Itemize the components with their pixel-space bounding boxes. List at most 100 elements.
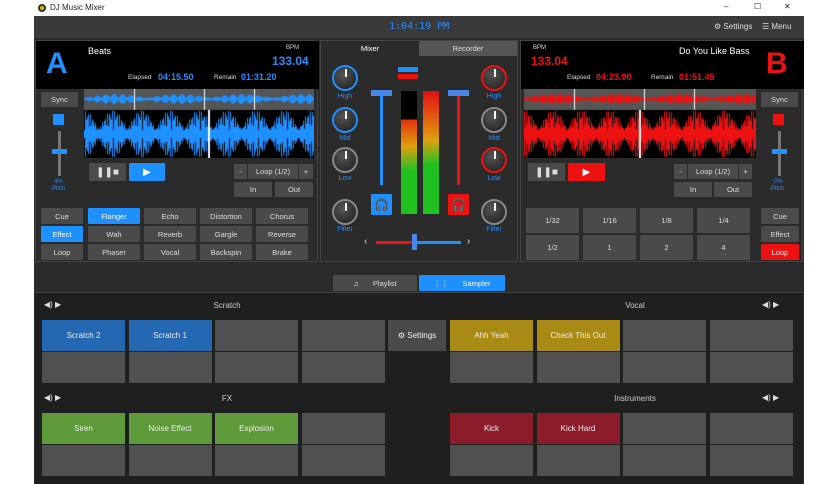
sampler-pad[interactable]	[450, 352, 533, 383]
sampler-pad[interactable]	[215, 320, 298, 351]
volume-fader-b[interactable]	[448, 90, 469, 185]
sampler-pad[interactable]	[623, 320, 706, 351]
play-button[interactable]: ▶	[568, 163, 605, 181]
volume-play-icon[interactable]: ◀) ▶	[762, 393, 779, 402]
loop-out-button[interactable]: Out	[714, 182, 752, 197]
play-button[interactable]: ▶	[129, 163, 165, 181]
sampler-pad[interactable]: Explosion	[215, 413, 298, 444]
sampler-pad[interactable]: Ahh Yeah	[450, 320, 533, 351]
sampler-pad[interactable]: Scratch 1	[128, 320, 212, 351]
loop-out-button[interactable]: Out	[275, 182, 313, 197]
effect-button[interactable]: Chorus	[256, 208, 308, 224]
mid-knob-b[interactable]	[481, 107, 507, 133]
sampler-pad[interactable]	[128, 445, 212, 476]
sampler-pad[interactable]	[536, 352, 620, 383]
maximize-button[interactable]: ☐	[754, 2, 761, 11]
sampler-pad[interactable]	[536, 445, 620, 476]
lock-icon[interactable]	[773, 114, 784, 125]
pause-stop-button[interactable]: ❚❚■	[89, 163, 126, 181]
effect-button[interactable]: Wah	[88, 226, 140, 242]
low-knob-a[interactable]	[332, 147, 358, 173]
sampler-settings-button[interactable]: ⚙ Settings	[388, 320, 446, 351]
loop-length-button[interactable]: 2	[640, 235, 693, 260]
crossfader-right-icon[interactable]: ›	[467, 236, 470, 247]
effect-button[interactable]: Backspin	[200, 244, 252, 260]
loop-minus-button[interactable]: -	[674, 164, 687, 179]
pitch-slider[interactable]	[52, 131, 67, 176]
tab-recorder[interactable]: Recorder	[419, 41, 517, 56]
minimize-button[interactable]: –	[724, 2, 728, 11]
headphones-a-icon[interactable]: 🎧	[371, 194, 392, 215]
high-knob-a[interactable]	[332, 65, 358, 91]
mode-cue-button[interactable]: Cue	[761, 208, 799, 224]
sampler-pad[interactable]	[42, 352, 125, 383]
sampler-pad[interactable]	[450, 445, 533, 476]
waveform[interactable]	[524, 89, 756, 158]
lock-icon[interactable]	[53, 114, 64, 125]
sampler-pad[interactable]	[709, 352, 793, 383]
high-knob-b[interactable]	[481, 65, 507, 91]
loop-length-button[interactable]: 1/32	[526, 208, 579, 233]
loop-length-button[interactable]: 1/16	[583, 208, 636, 233]
pause-stop-button[interactable]: ❚❚■	[528, 163, 565, 181]
loop-plus-button[interactable]: +	[739, 164, 752, 179]
loop-length-button[interactable]: 1/8	[640, 208, 693, 233]
sampler-pad[interactable]	[709, 413, 793, 444]
sampler-pad[interactable]: Kick	[450, 413, 533, 444]
effect-button[interactable]: Distortion	[200, 208, 252, 224]
sampler-pad[interactable]	[709, 320, 793, 351]
loop-plus-button[interactable]: +	[299, 164, 313, 179]
sampler-pad[interactable]	[215, 445, 298, 476]
tab-mixer[interactable]: Mixer	[321, 41, 419, 56]
mode-cue-button[interactable]: Cue	[41, 208, 83, 224]
sampler-pad[interactable]	[128, 352, 212, 383]
loop-size[interactable]: Loop (1/2)	[688, 164, 738, 179]
mode-loop-button[interactable]: Loop	[41, 244, 83, 260]
effect-button[interactable]: Echo	[144, 208, 196, 224]
effect-button[interactable]: Brake	[256, 244, 308, 260]
sampler-pad[interactable]	[623, 445, 706, 476]
tab-sampler[interactable]: ⋮⋮ Sampler	[419, 275, 505, 291]
effect-button[interactable]: Vocal	[144, 244, 196, 260]
pitch-slider[interactable]	[772, 131, 787, 176]
effect-button[interactable]: Reverb	[144, 226, 196, 242]
sampler-pad[interactable]: Scratch 2	[42, 320, 125, 351]
sampler-pad[interactable]	[709, 445, 793, 476]
mid-knob-a[interactable]	[332, 107, 358, 133]
sampler-pad[interactable]: Kick Hard	[536, 413, 620, 444]
sampler-pad[interactable]: Check This Out	[536, 320, 620, 351]
sampler-pad[interactable]	[301, 445, 385, 476]
crossfader-left-icon[interactable]: ‹	[364, 236, 367, 247]
sampler-pad[interactable]: Siren	[42, 413, 125, 444]
sampler-pad[interactable]	[623, 413, 706, 444]
sampler-pad[interactable]	[42, 445, 125, 476]
filter-knob-b[interactable]	[481, 199, 507, 225]
sampler-pad[interactable]: Noise Effect	[128, 413, 212, 444]
loop-length-button[interactable]: 1/4	[697, 208, 750, 233]
loop-size[interactable]: Loop (1/2)	[248, 164, 298, 179]
waveform[interactable]	[84, 89, 314, 158]
sampler-pad[interactable]	[301, 352, 385, 383]
volume-play-icon[interactable]: ◀) ▶	[762, 300, 779, 309]
loop-in-button[interactable]: In	[674, 182, 712, 197]
mode-effect-button[interactable]: Effect	[41, 226, 83, 242]
close-button[interactable]: ✕	[784, 2, 791, 11]
headphones-b-icon[interactable]: 🎧	[448, 194, 469, 215]
tab-playlist[interactable]: ♫ Playlist	[333, 275, 417, 291]
crossfader[interactable]	[376, 234, 461, 250]
loop-length-button[interactable]: 1	[583, 235, 636, 260]
menu-button[interactable]: ☰ Menu	[762, 22, 791, 31]
settings-button[interactable]: ⚙ Settings	[714, 22, 752, 31]
loop-length-button[interactable]: 1/2	[526, 235, 579, 260]
sampler-pad[interactable]	[301, 413, 385, 444]
effect-button[interactable]: Gargle	[200, 226, 252, 242]
sampler-pad[interactable]	[623, 352, 706, 383]
filter-knob-a[interactable]	[332, 199, 358, 225]
sync-button[interactable]: Sync	[41, 92, 78, 107]
volume-play-icon[interactable]: ◀) ▶	[44, 300, 61, 309]
sampler-pad[interactable]	[215, 352, 298, 383]
mode-loop-button[interactable]: Loop	[761, 244, 799, 260]
effect-button[interactable]: Reverse	[256, 226, 308, 242]
sampler-pad[interactable]	[301, 320, 385, 351]
loop-minus-button[interactable]: -	[234, 164, 247, 179]
